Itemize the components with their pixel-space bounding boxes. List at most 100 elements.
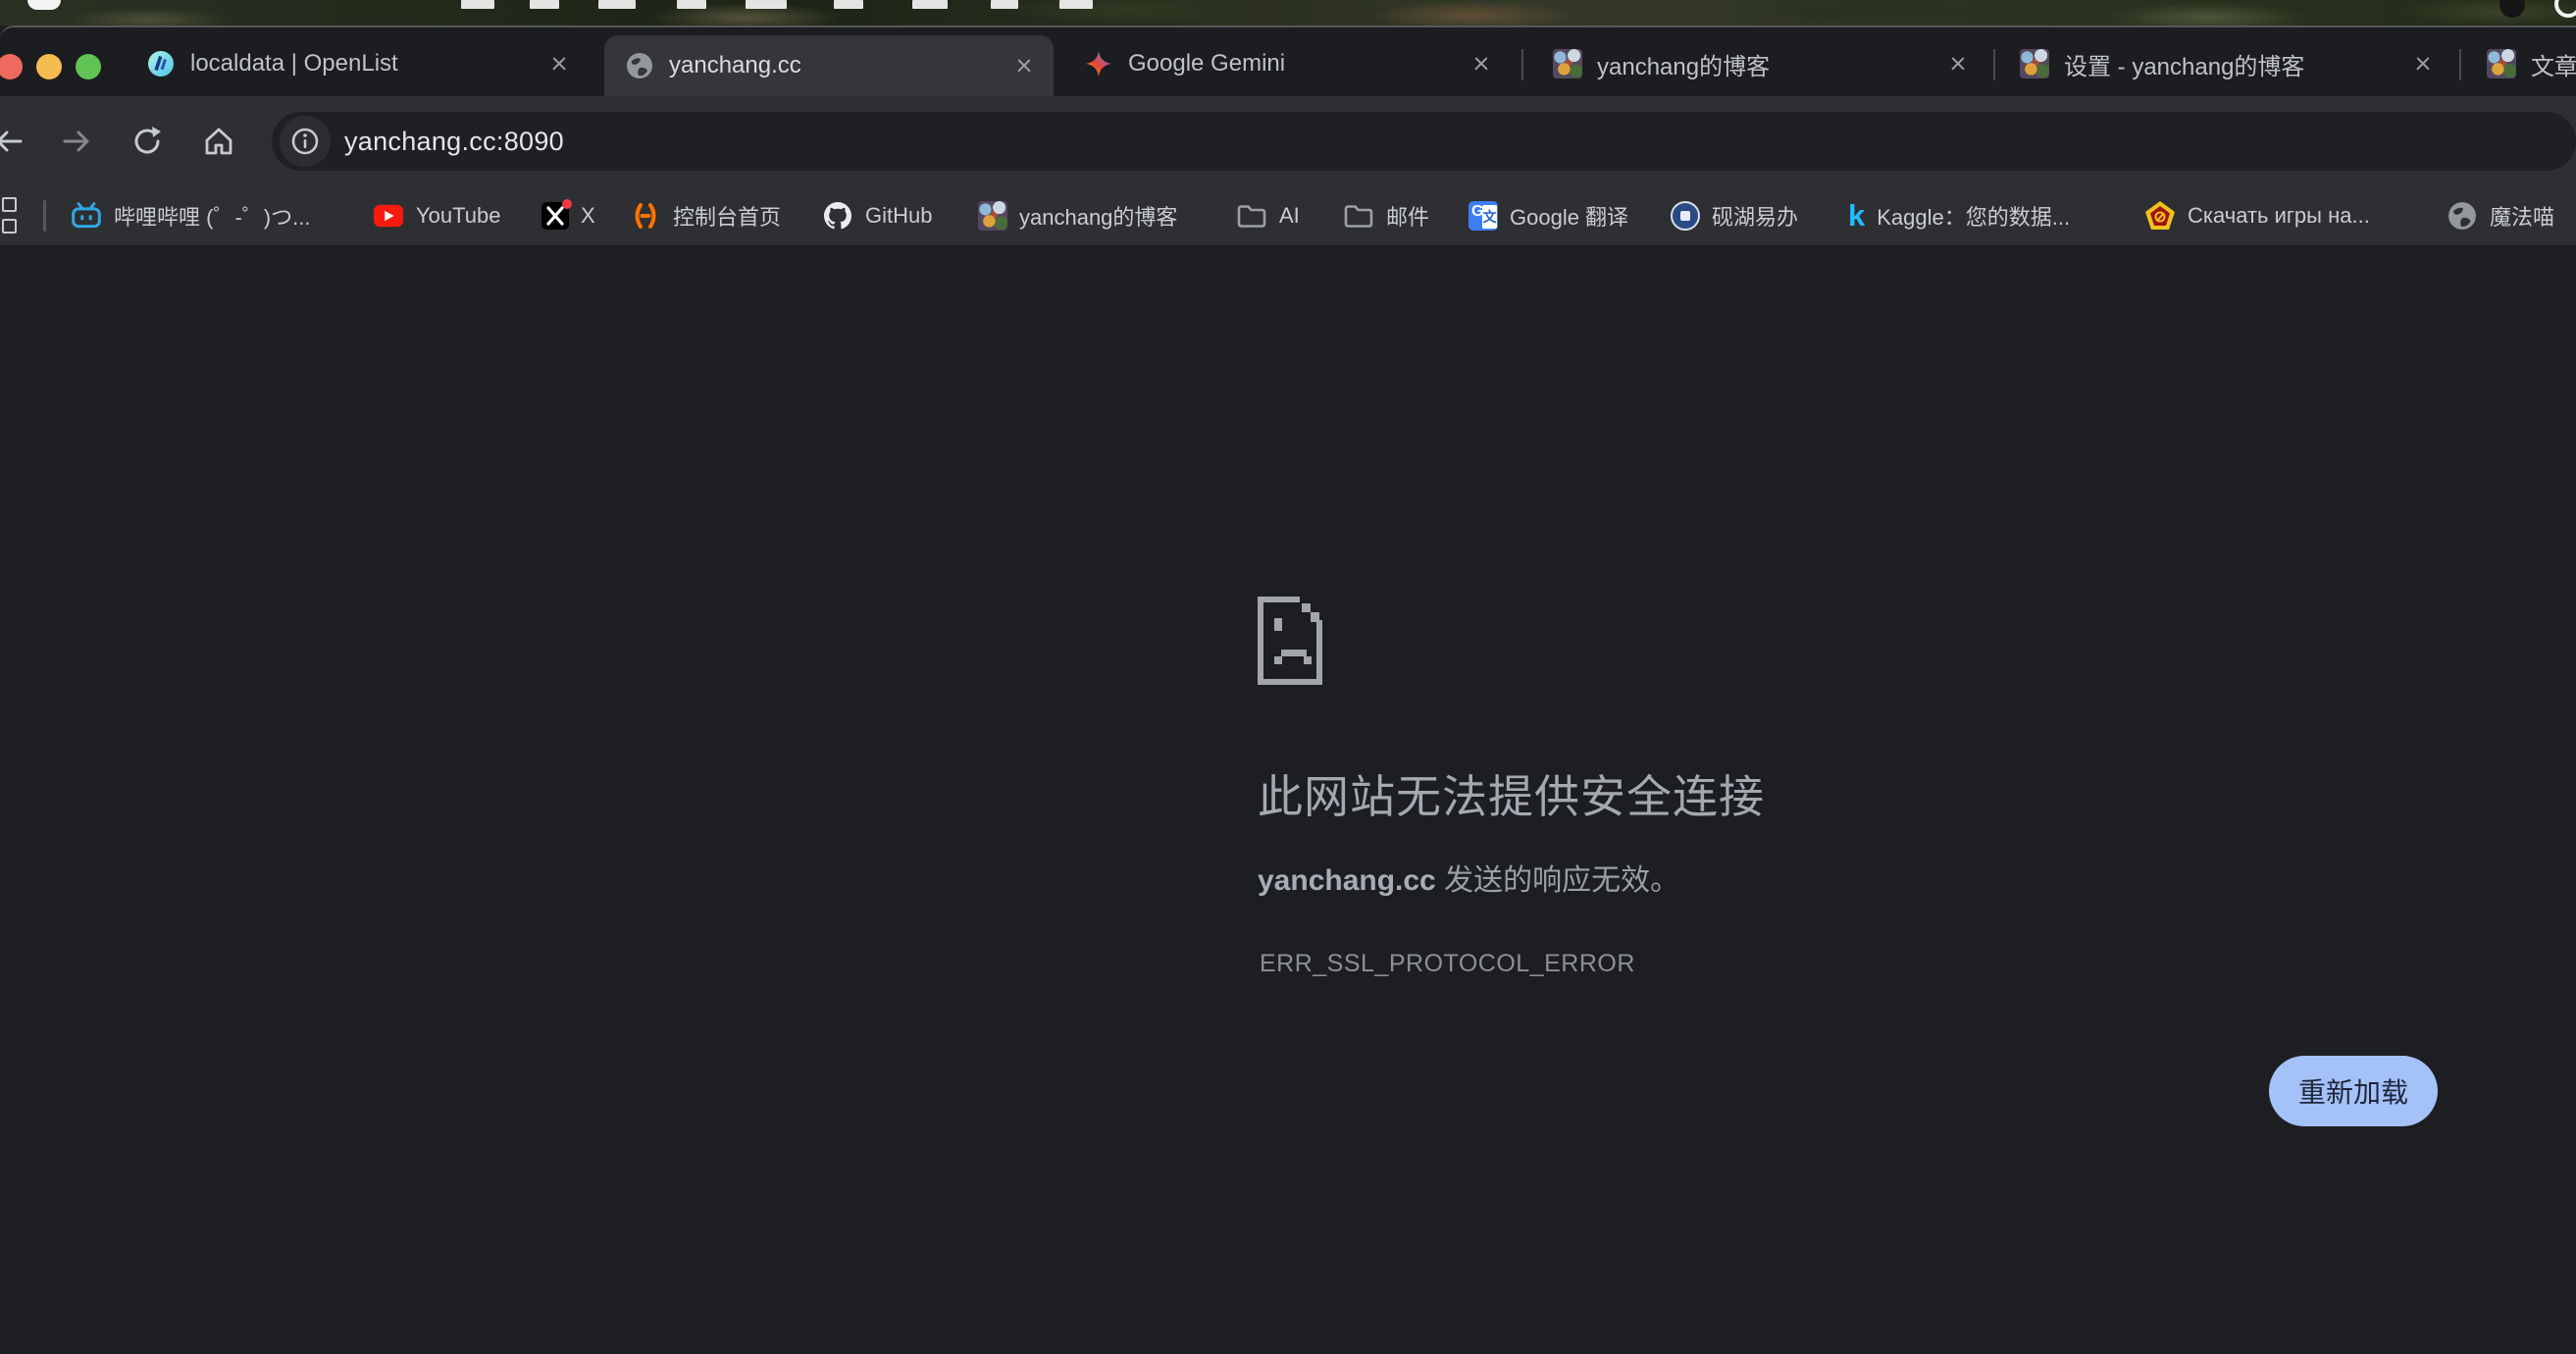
bookmark-label: YouTube	[416, 203, 500, 229]
menu-text-fragment	[530, 0, 559, 9]
bookmark-github[interactable]: GitHub	[822, 186, 932, 245]
tab-title: localdata | OpenList	[190, 50, 532, 78]
bookmark-label: 控制台首页	[673, 200, 781, 232]
tab-separator	[1993, 49, 1995, 80]
folder-icon	[1343, 200, 1374, 232]
tab-title: 文章	[2531, 47, 2576, 81]
menu-text-fragment	[991, 0, 1018, 9]
tab-separator	[1521, 49, 1523, 80]
bookmark-label: Google 翻译	[1510, 200, 1628, 232]
side-panel-button[interactable]	[2, 186, 20, 245]
tab-title: 设置 - yanchang的博客	[2064, 47, 2396, 81]
bookmarks-bar: 哔哩哔哩 (゜-゜)つ... YouTube X	[0, 186, 2576, 245]
menu-text-fragment	[834, 0, 863, 9]
tab-localdata-openlist[interactable]: localdata | OpenList	[126, 33, 589, 94]
bookmark-download-games[interactable]: Скачать игры на...	[2144, 186, 2370, 245]
tab-google-gemini[interactable]: Google Gemini	[1063, 33, 1511, 94]
apple-menu-fragment	[27, 0, 61, 10]
tab-settings-yanchang-blog[interactable]: 设置 - yanchang的博客	[1999, 33, 2452, 94]
forward-icon[interactable]	[50, 114, 105, 169]
kaggle-icon: k	[1848, 198, 1865, 234]
minimize-window-button[interactable]	[36, 54, 62, 79]
close-icon[interactable]	[1468, 50, 1495, 78]
gemini-icon	[1085, 50, 1112, 78]
google-translate-icon: G 文	[1468, 201, 1498, 231]
site-thumbnail-icon	[1554, 50, 1581, 78]
tab-groups-icon	[2, 194, 20, 237]
close-icon[interactable]	[545, 50, 573, 78]
navigation-toolbar: yanchang.cc:8090	[0, 96, 2576, 186]
menu-bar-strip	[0, 0, 2576, 26]
menu-text-fragment	[1059, 0, 1093, 9]
tab-title: yanchang的博客	[1597, 47, 1931, 81]
bookmark-label: 砚湖易办	[1712, 200, 1798, 232]
bookmark-kaggle[interactable]: k Kaggle：您的数据...	[1848, 186, 2070, 245]
site-thumbnail-icon	[2488, 50, 2515, 78]
menubar-status-icon	[2554, 0, 2576, 18]
bookmark-label: Скачать игры на...	[2188, 203, 2370, 229]
bookmark-google-translate[interactable]: G 文 Google 翻译	[1468, 186, 1628, 245]
bilibili-icon	[71, 200, 102, 232]
bookmark-x[interactable]: X	[541, 186, 595, 245]
notification-dot	[562, 199, 572, 209]
site-info-icon	[290, 127, 320, 156]
address-bar[interactable]: yanchang.cc:8090	[272, 112, 2576, 171]
bookmark-label: AI	[1279, 203, 1300, 229]
tab-articles[interactable]: 文章	[2466, 33, 2576, 94]
seal-emblem-icon	[1671, 201, 1700, 231]
bookmark-label: Kaggle：您的数据...	[1877, 200, 2070, 232]
aliyun-console-icon	[630, 200, 661, 232]
menu-text-fragment	[746, 0, 787, 9]
tab-yanchang-blog[interactable]: yanchang的博客	[1532, 33, 1987, 94]
error-page: 此网站无法提供安全连接 yanchang.cc 发送的响应无效。 ERR_SSL…	[0, 245, 2576, 1354]
bookmark-magic-cat[interactable]: 魔法喵	[2447, 186, 2554, 245]
globe-icon	[2447, 200, 2478, 232]
bookmark-folder-mail[interactable]: 邮件	[1343, 186, 1429, 245]
bookmark-label: yanchang的博客	[1019, 200, 1177, 232]
bookmark-label: X	[581, 203, 595, 229]
bookmark-folder-ai[interactable]: AI	[1236, 186, 1300, 245]
bookmark-yanhu-yiban[interactable]: 砚湖易办	[1671, 186, 1798, 245]
bookmark-yanchang-blog[interactable]: yanchang的博客	[978, 186, 1177, 245]
bookmark-label: 魔法喵	[2490, 200, 2554, 232]
github-icon	[822, 200, 853, 232]
back-icon[interactable]	[0, 114, 35, 169]
tab-separator	[2459, 49, 2461, 80]
site-info-chip[interactable]	[280, 116, 331, 167]
error-code: ERR_SSL_PROTOCOL_ERROR	[1260, 950, 1635, 978]
site-thumbnail-icon	[978, 201, 1007, 231]
reload-icon[interactable]	[120, 114, 175, 169]
menu-text-fragment	[461, 0, 494, 9]
tab-title: Google Gemini	[1128, 50, 1454, 78]
error-title: 此网站无法提供安全连接	[1258, 761, 1765, 826]
url-text[interactable]: yanchang.cc:8090	[344, 127, 564, 157]
site-thumbnail-icon	[2021, 50, 2048, 78]
quality-mark-icon	[2144, 200, 2176, 232]
bookmark-youtube[interactable]: YouTube	[373, 186, 500, 245]
tab-title: yanchang.cc	[669, 52, 997, 79]
close-icon[interactable]	[2409, 50, 2437, 78]
zoom-window-button[interactable]	[76, 54, 101, 79]
tab-yanchang-cc[interactable]: yanchang.cc	[604, 35, 1054, 96]
browser-window: localdata | OpenList yanchang.cc	[0, 26, 2576, 1354]
youtube-icon	[373, 200, 404, 232]
close-icon[interactable]	[1944, 50, 1972, 78]
home-icon[interactable]	[191, 114, 246, 169]
reload-button[interactable]: 重新加载	[2269, 1056, 2438, 1126]
error-host: yanchang.cc	[1258, 864, 1436, 897]
menubar-status-icon	[2499, 0, 2525, 18]
globe-icon	[626, 52, 653, 79]
broken-page-icon	[1258, 597, 1328, 685]
bookmark-label: 邮件	[1386, 200, 1429, 232]
close-icon[interactable]	[1010, 52, 1038, 79]
bookmark-label: 哔哩哔哩 (゜-゜)つ...	[114, 200, 310, 232]
tab-strip: localdata | OpenList yanchang.cc	[0, 27, 2576, 96]
folder-icon	[1236, 200, 1267, 232]
screen: localdata | OpenList yanchang.cc	[0, 0, 2576, 1354]
bookmark-console-home[interactable]: 控制台首页	[630, 186, 781, 245]
bookmarks-separator	[43, 200, 46, 232]
bookmark-bilibili[interactable]: 哔哩哔哩 (゜-゜)つ...	[71, 186, 310, 245]
bookmark-label: GitHub	[865, 203, 932, 229]
openlist-icon	[147, 50, 175, 78]
close-window-button[interactable]	[0, 54, 23, 79]
